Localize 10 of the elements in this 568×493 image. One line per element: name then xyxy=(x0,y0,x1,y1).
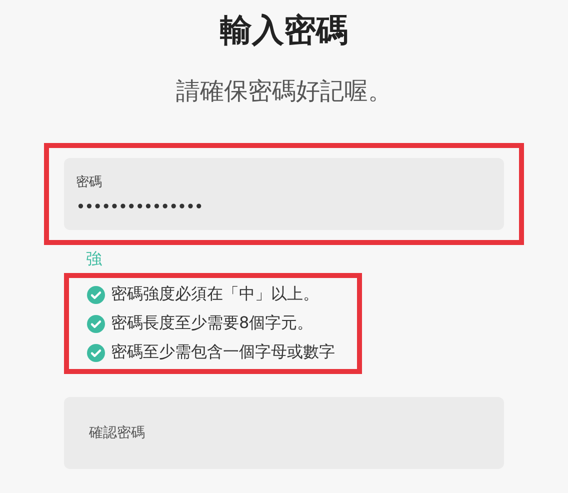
page-title: 輸入密碼 xyxy=(219,10,349,50)
requirement-text: 密碼長度至少需要8個字元。 xyxy=(111,313,314,334)
field-label: 密碼 xyxy=(76,174,103,190)
requirement-text: 密碼強度必須在「中」以上。 xyxy=(111,284,319,305)
requirement-text: 密碼至少需包含一個字母或數字 xyxy=(111,342,335,363)
strength-label: 強 xyxy=(86,249,102,270)
confirm-password-field[interactable]: 確認密碼 xyxy=(64,397,504,469)
password-value: ••••••••••••••• xyxy=(76,196,203,216)
password-field[interactable]: 密碼 ••••••••••••••• xyxy=(64,158,504,230)
page-subtitle: 請確保密碼好記喔。 xyxy=(175,76,393,106)
